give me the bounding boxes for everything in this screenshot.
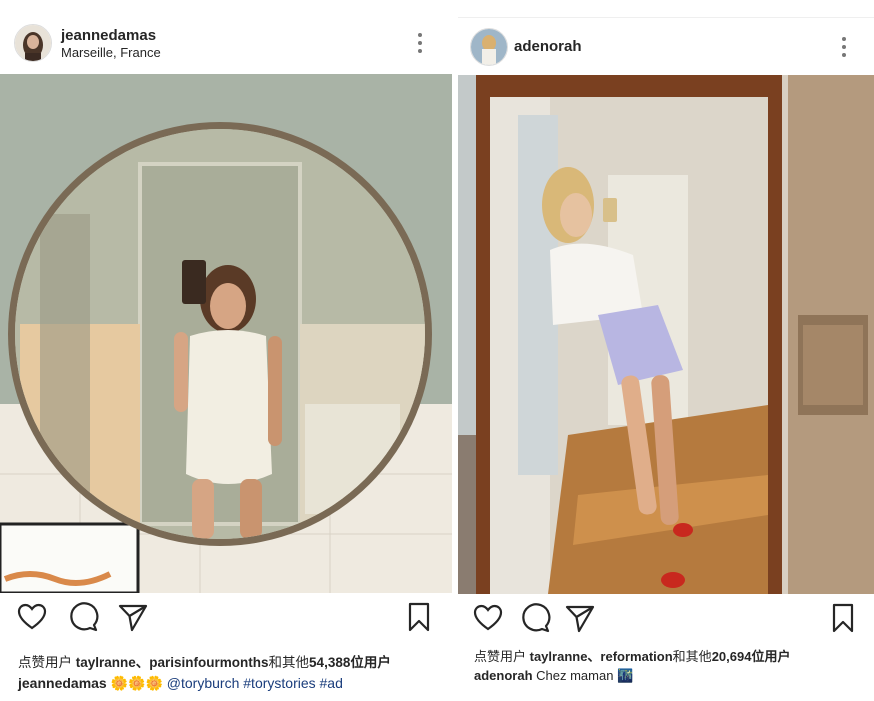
post-caption: jeannedamas 🌼🌼🌼 @toryburch #torystories … — [18, 675, 343, 692]
caption-hashtags[interactable]: #torystories #ad — [243, 675, 343, 691]
likes-mid: 和其他 — [268, 655, 310, 670]
post-image-mirror-selfie — [458, 75, 874, 594]
bookmark-icon[interactable] — [403, 601, 435, 633]
comment-icon[interactable] — [67, 601, 99, 633]
post-username[interactable]: adenorah — [514, 38, 582, 55]
post-jeannedamas: jeannedamas Marseille, France 点赞用户 taylr… — [0, 0, 452, 700]
likes-mid: 和其他 — [672, 649, 712, 664]
post-username[interactable]: jeannedamas — [61, 27, 156, 44]
post-photo[interactable] — [458, 75, 874, 594]
likes-suffix: 位用户 — [350, 655, 391, 670]
likes-prefix: 点赞用户 — [474, 649, 530, 664]
comment-icon[interactable] — [519, 602, 551, 634]
likes-count[interactable]: 54,388 — [309, 655, 350, 670]
avatar[interactable] — [470, 28, 508, 66]
bookmark-icon[interactable] — [827, 602, 859, 634]
post-adenorah: adenorah 点赞用户 taylranne、reformation和其他20… — [458, 17, 874, 701]
likes-summary[interactable]: 点赞用户 taylranne、parisinfourmonths和其他54,38… — [18, 651, 391, 671]
post-caption: adenorah Chez maman 🌃 — [474, 668, 633, 684]
caption-emoji: 🌃 — [617, 668, 634, 683]
caption-emoji: 🌼🌼🌼 — [110, 675, 163, 691]
post-header: jeannedamas Marseille, France — [0, 0, 452, 72]
likes-summary[interactable]: 点赞用户 taylranne、reformation和其他20,694位用户 — [474, 646, 790, 665]
caption-text: Chez maman — [536, 668, 614, 683]
heart-icon[interactable] — [472, 602, 504, 634]
more-options-icon[interactable] — [842, 37, 846, 61]
post-location[interactable]: Marseille, France — [61, 45, 161, 60]
post-header: adenorah — [458, 18, 874, 74]
post-actions — [458, 602, 874, 642]
post-image-mirror-selfie — [0, 74, 452, 593]
send-icon[interactable] — [117, 601, 149, 633]
likes-suffix: 位用户 — [751, 649, 791, 664]
caption-username[interactable]: adenorah — [474, 668, 533, 683]
likes-users[interactable]: taylranne、reformation — [530, 649, 673, 664]
caption-mention[interactable]: @toryburch — [167, 675, 240, 691]
likes-prefix: 点赞用户 — [18, 655, 76, 670]
avatar[interactable] — [14, 24, 52, 62]
more-options-icon[interactable] — [418, 33, 422, 57]
send-icon[interactable] — [564, 602, 596, 634]
heart-icon[interactable] — [16, 601, 48, 633]
likes-users[interactable]: taylranne、parisinfourmonths — [76, 655, 269, 670]
caption-username[interactable]: jeannedamas — [18, 675, 107, 691]
post-actions — [0, 601, 452, 641]
likes-count[interactable]: 20,694 — [712, 649, 752, 664]
post-photo[interactable] — [0, 74, 452, 593]
